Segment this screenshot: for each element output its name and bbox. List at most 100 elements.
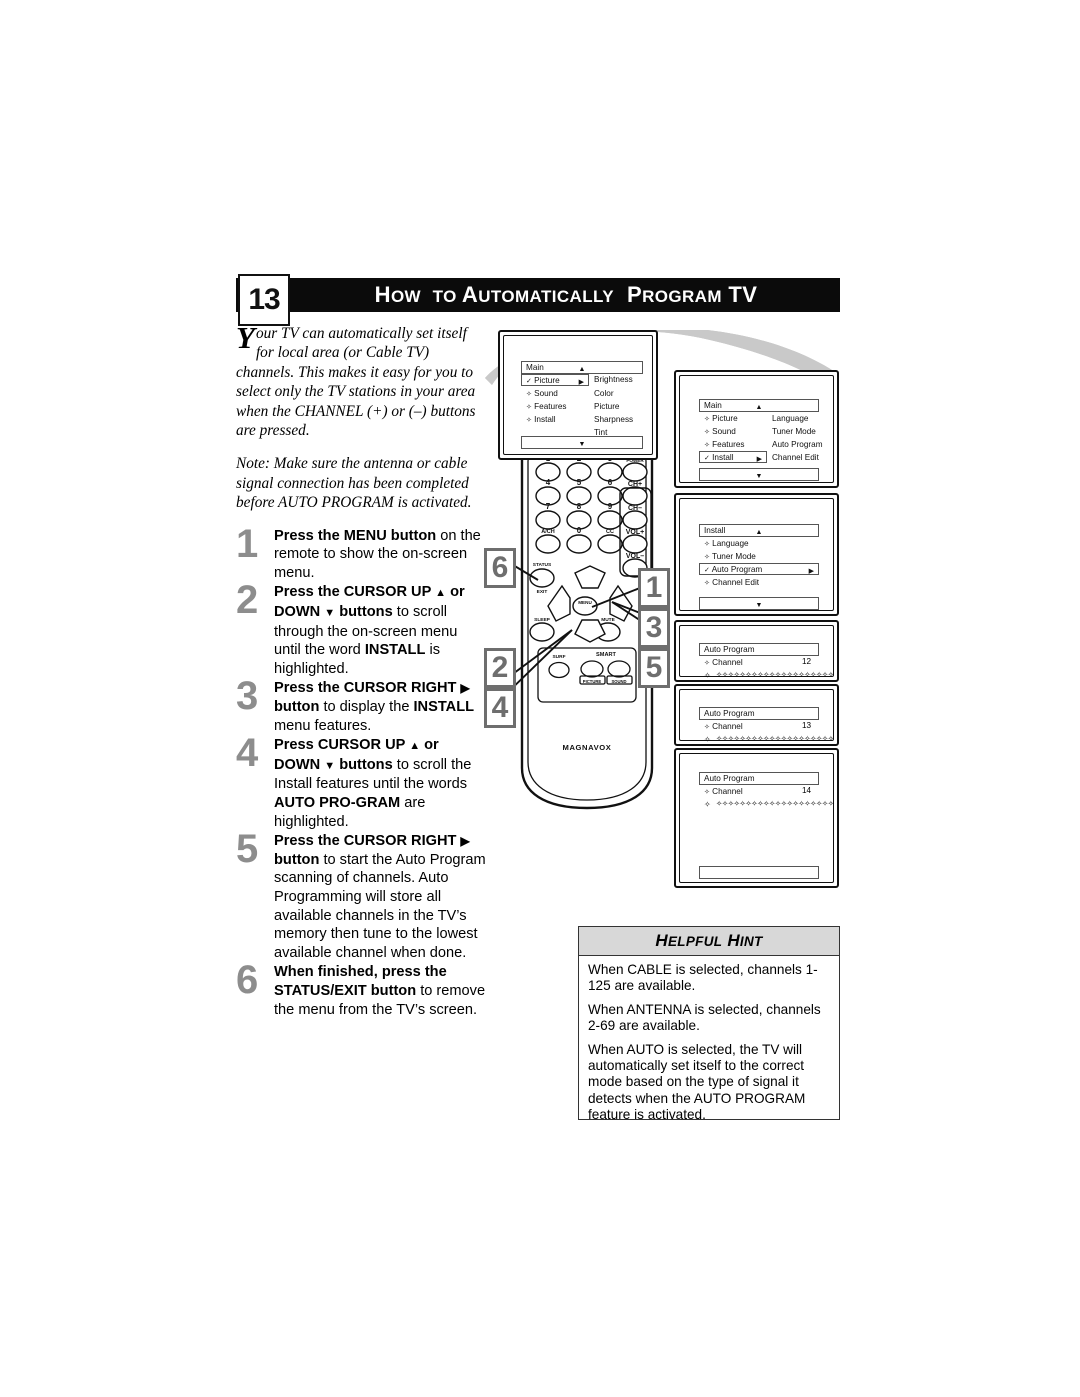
step-number: 2	[236, 578, 259, 623]
osd-item-marker: ✧	[526, 417, 532, 424]
osd-sub-picture[interactable]: Picture	[594, 401, 619, 412]
step-item: 3 Press the CURSOR RIGHT ▶ button to dis…	[236, 674, 488, 735]
osd-auto-program-13: Auto Program ✧ Channel 13 ✧ ✧✧✧✧✧✧✧✧✧✧✧✧…	[674, 684, 839, 746]
svg-text:8: 8	[577, 502, 582, 511]
osd-sub-sharpness[interactable]: Sharpness	[594, 414, 633, 425]
chevron-right-icon: ▶	[756, 456, 762, 463]
osd-item-language[interactable]: ✧ Language	[704, 538, 749, 550]
svg-text:0: 0	[577, 526, 582, 535]
osd-item-marker: ✧	[704, 724, 710, 731]
osd-item-marker: ✧	[526, 391, 532, 398]
osd-item-picture[interactable]: ✧ Picture	[704, 413, 738, 425]
svg-text:EXIT: EXIT	[537, 589, 548, 595]
scroll-down-icon: ▼	[578, 441, 586, 448]
osd-row-channel: ✧ Channel	[704, 657, 743, 669]
osd-sub-brightness[interactable]: Brightness	[594, 374, 633, 385]
svg-text:MAGNAVOX: MAGNAVOX	[563, 743, 612, 752]
osd-item-picture[interactable]: ✓ Picture ▶	[521, 374, 589, 386]
callout-5: 5	[638, 648, 670, 688]
osd-item-marker: ✧	[704, 442, 710, 449]
hint-paragraph: When ANTENNA is selected, channels 2-69 …	[588, 1001, 821, 1034]
osd-row-channel: ✧ Channel	[704, 786, 743, 798]
svg-text:CC: CC	[606, 529, 614, 535]
osd-item-sound[interactable]: ✧ Sound	[526, 388, 558, 400]
helpful-hint-body: When CABLE is selected, channels 1-125 a…	[579, 956, 839, 1124]
osd-item-features[interactable]: ✧ Features	[526, 401, 566, 413]
callout-3: 3	[638, 608, 670, 648]
channel-number: 13	[802, 721, 812, 730]
osd-sub-language[interactable]: Language	[772, 413, 808, 424]
hint-title-elpful: ELPFUL	[668, 933, 723, 949]
osd-item-auto-program[interactable]: ✓ Auto Program ▶	[699, 563, 819, 575]
osd-item-channel-edit[interactable]: ✧ Channel Edit	[704, 577, 759, 589]
step-text: When finished, press the STATUS/EXIT but…	[274, 964, 486, 1018]
step-item: 2 Press the CURSOR UP ▲ or DOWN ▼ button…	[236, 578, 488, 678]
osd-item-marker: ✧	[704, 541, 710, 548]
callout-4: 4	[484, 688, 516, 728]
osd-item-label: Features	[712, 440, 745, 449]
osd-item-marker: ✓	[704, 567, 710, 574]
svg-text:CH–: CH–	[628, 505, 642, 512]
osd-sub-auto-program[interactable]: Auto Program	[772, 439, 823, 450]
title-tv: TV	[721, 282, 758, 307]
scroll-down-icon: ▼	[755, 473, 763, 480]
osd-item-install[interactable]: ✓ Install ▶	[699, 451, 767, 463]
osd-inner-frame: Install ▲ ✧ Language ✧ Tuner Mode ✓ Auto…	[679, 498, 834, 611]
svg-text:A/CH: A/CH	[541, 529, 554, 535]
step-text: Press the CURSOR RIGHT ▶ button to displ…	[274, 680, 475, 734]
osd-item-marker: ✧	[704, 416, 710, 423]
chevron-right-icon: ▶	[808, 568, 814, 575]
osd-title-bar: Auto Program	[699, 707, 819, 720]
page-header: HOW TO AUTOMATICALLY PROGRAM TV 13	[236, 274, 840, 326]
svg-text:4: 4	[546, 478, 551, 487]
osd-title: Auto Program	[704, 709, 755, 718]
osd-bottom-bar: ▼	[699, 468, 819, 481]
osd-item-marker: ✧	[704, 660, 710, 667]
surf-button	[548, 661, 570, 679]
osd-sub-tuner-mode[interactable]: Tuner Mode	[772, 426, 816, 437]
note-paragraph: Note: Make sure the antenna or cable sig…	[236, 455, 472, 512]
osd-item-label: Tuner Mode	[712, 552, 756, 561]
helpful-hint-box: H ELPFUL H INT When CABLE is selected, cha…	[578, 926, 840, 1122]
svg-text:SLEEP: SLEEP	[534, 617, 551, 623]
osd-title-bar: Auto Program	[699, 772, 819, 785]
callout-1: 1	[638, 568, 670, 608]
step-number: 6	[236, 958, 259, 1003]
osd-sub-channel-edit[interactable]: Channel Edit	[772, 452, 819, 463]
step-number: 5	[236, 827, 259, 872]
osd-auto-program-14: Auto Program ✧ Channel 14 ✧ ✧✧✧✧✧✧✧✧✧✧✧✧…	[674, 748, 839, 888]
chapter-number: 13	[238, 274, 290, 326]
osd-item-label: Channel Edit	[712, 578, 760, 587]
manual-page: HOW TO AUTOMATICALLY PROGRAM TV 13 Your …	[0, 0, 1080, 1397]
svg-text:9: 9	[608, 502, 613, 511]
osd-item-label: Install	[534, 415, 556, 424]
step-text: Press the MENU button on the remote to s…	[274, 527, 481, 581]
intro-dropcap: Y	[236, 320, 255, 355]
smart-sound-button	[607, 660, 631, 678]
channel-number: 14	[802, 786, 812, 795]
osd-install-menu: Install ▲ ✧ Language ✧ Tuner Mode ✓ Auto…	[674, 493, 839, 616]
osd-bottom-bar	[699, 866, 819, 879]
osd-item-install[interactable]: ✧ Install	[526, 414, 556, 426]
osd-item-label: Picture	[534, 376, 560, 385]
helpful-hint-title: H ELPFUL H INT	[579, 927, 839, 956]
osd-item-tuner-mode[interactable]: ✧ Tuner Mode	[704, 551, 756, 563]
osd-item-features[interactable]: ✧ Features	[704, 439, 744, 451]
step-number: 3	[236, 674, 259, 719]
svg-text:6: 6	[608, 478, 613, 487]
smart-picture-button	[580, 660, 604, 678]
scroll-up-icon: ▲	[755, 404, 763, 411]
osd-item-marker: ✓	[526, 378, 532, 385]
osd-item-marker: ✧	[526, 404, 532, 411]
osd-item-sound[interactable]: ✧ Sound	[704, 426, 736, 438]
osd-title: Auto Program	[704, 645, 755, 654]
osd-sub-color[interactable]: Color	[594, 388, 614, 399]
intro-paragraph: Your TV can automatically set itself for…	[236, 320, 488, 440]
osd-item-label: Channel	[712, 787, 743, 796]
scan-progress-bar: ✧✧✧✧✧✧✧✧✧✧✧✧✧✧✧✧✧✧✧✧	[716, 734, 834, 743]
svg-text:STATUS: STATUS	[533, 562, 552, 568]
osd-inner-frame: Auto Program ✧ Channel 12 ✧ ✧✧✧✧✧✧✧✧✧✧✧✧…	[679, 625, 834, 680]
progress-marker: ✧	[704, 735, 711, 744]
channel-down-button	[622, 510, 648, 530]
scan-progress-bar: ✧✧✧✧✧✧✧✧✧✧✧✧✧✧✧✧✧✧✧✧	[716, 670, 834, 679]
